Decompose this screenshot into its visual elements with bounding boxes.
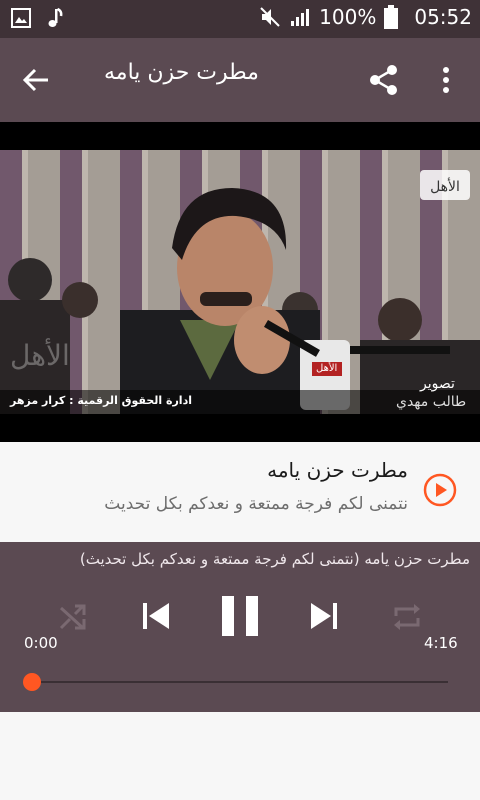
clock: 05:52 [414, 5, 472, 29]
battery-icon [384, 5, 399, 29]
seek-bar[interactable] [32, 681, 448, 683]
photo-name: طالب مهدي [396, 394, 467, 410]
signal-icon [289, 6, 311, 28]
credit-overlay: ادارة الحقوق الرقمية : كرار مزهر [10, 394, 192, 407]
mic-label: الأهل [316, 363, 338, 374]
empty-area [0, 712, 480, 800]
logo-text: الأهل [430, 177, 460, 195]
skip-next-icon[interactable] [306, 598, 342, 638]
photo-label: تصوير [420, 376, 455, 392]
svg-text:الأهل: الأهل [10, 337, 70, 372]
play-circle-icon[interactable] [422, 472, 458, 508]
track-info[interactable]: مطرت حزن يامه نتمنى لكم فرجة ممتعة و نعد… [0, 442, 480, 542]
mute-icon [259, 6, 281, 28]
shuffle-icon[interactable] [56, 600, 90, 638]
share-icon[interactable] [366, 62, 402, 98]
battery-text: 100% [319, 5, 377, 29]
more-vert-icon[interactable] [432, 62, 460, 98]
track-title: مطرت حزن يامه [267, 458, 408, 482]
app-bar: مطرت حزن يامه [0, 38, 480, 122]
image-icon [10, 7, 32, 29]
video-player[interactable]: الأهل الأهل ادارة الحقوق الرقمية : كرار … [0, 122, 480, 442]
pause-icon[interactable] [218, 592, 262, 644]
video-thumbnail[interactable]: الأهل الأهل ادارة الحقوق الرقمية : كرار … [0, 150, 480, 414]
back-arrow-icon[interactable] [18, 62, 54, 98]
repeat-icon[interactable] [390, 600, 424, 638]
status-bar: 100% 05:52 [0, 0, 480, 38]
page-title: مطرت حزن يامه [104, 60, 259, 85]
now-playing-text: مطرت حزن يامه (نتمنى لكم فرجة ممتعة و نع… [79, 550, 470, 568]
track-subtitle: نتمنى لكم فرجة ممتعة و نعدكم بكل تحديث [104, 494, 408, 514]
elapsed-time: 0:00 [24, 634, 58, 652]
total-duration: 4:16 [424, 634, 458, 652]
music-note-icon [46, 7, 64, 29]
seek-thumb[interactable] [23, 673, 41, 691]
audio-player: مطرت حزن يامه (نتمنى لكم فرجة ممتعة و نع… [0, 542, 480, 712]
skip-previous-icon[interactable] [138, 598, 174, 638]
